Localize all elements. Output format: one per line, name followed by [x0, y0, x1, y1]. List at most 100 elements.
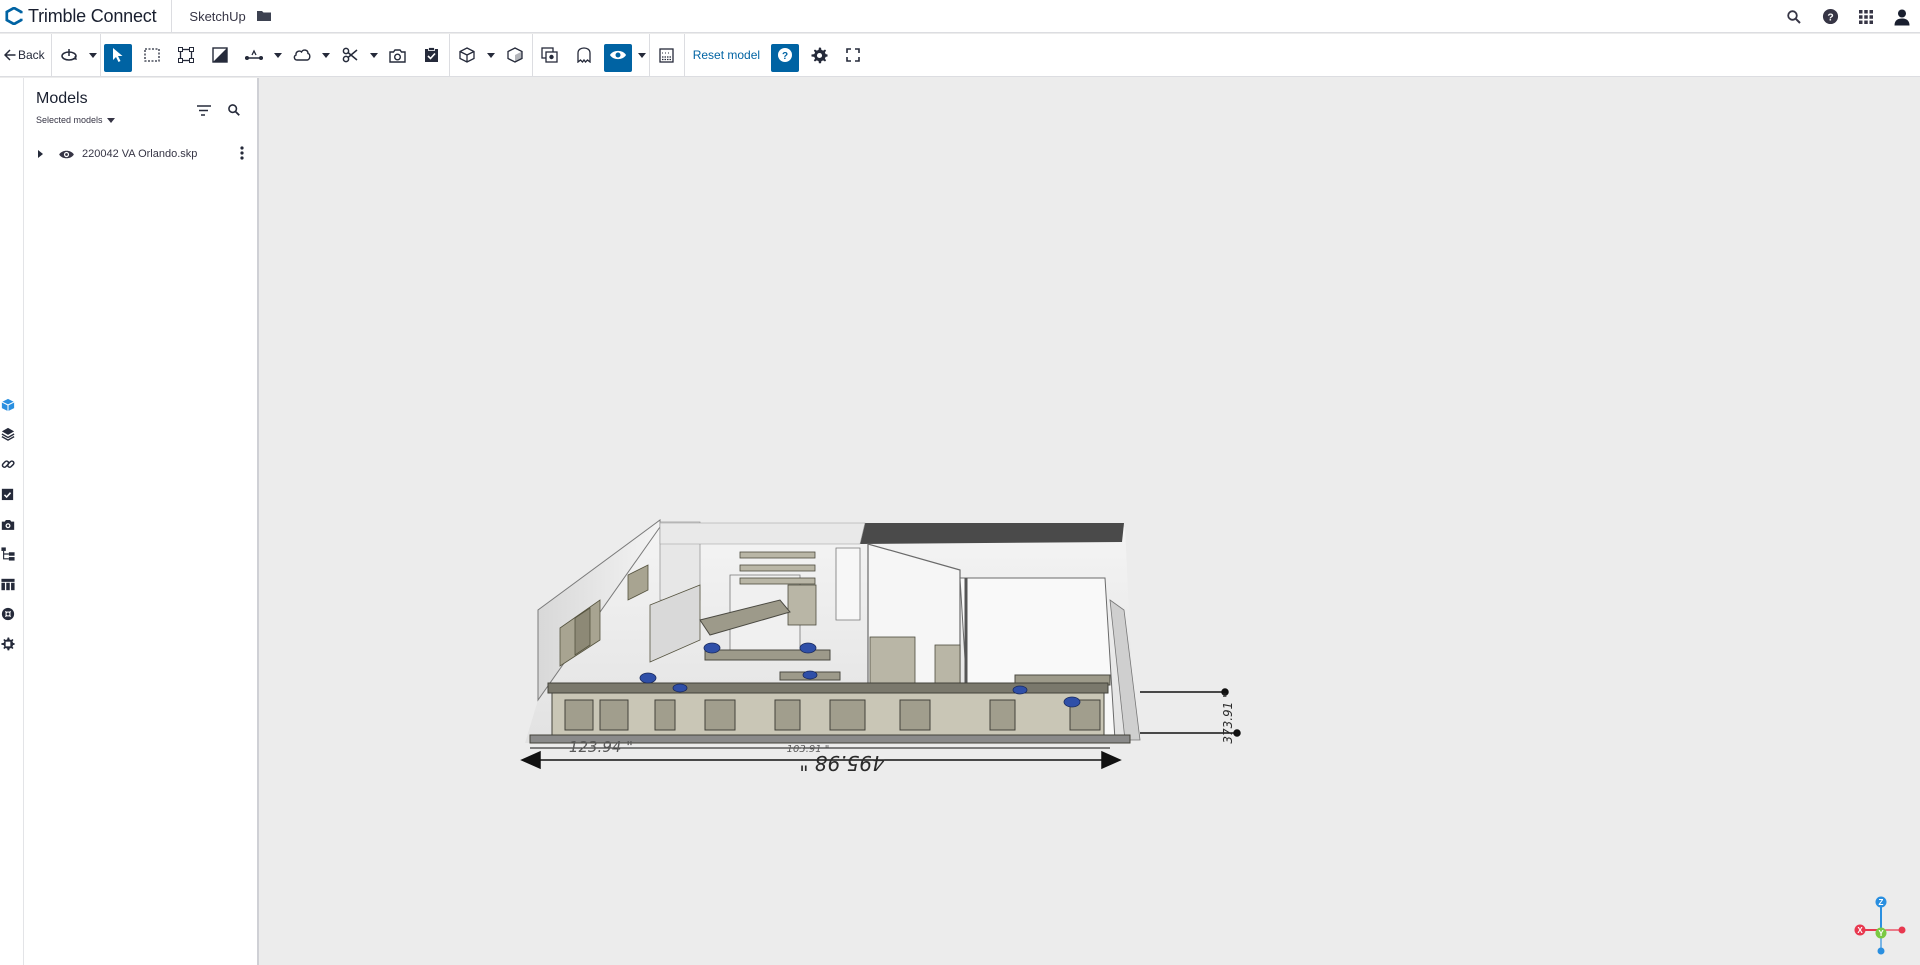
caret-down-icon	[273, 52, 282, 58]
z-axis-negative-marker[interactable]	[1877, 947, 1885, 955]
folder-icon[interactable]	[256, 8, 272, 24]
orbit-dropdown-caret[interactable]	[86, 34, 100, 77]
section-box-button[interactable]	[203, 34, 237, 77]
fit-selection-button[interactable]	[169, 34, 203, 77]
eye-icon	[609, 50, 626, 60]
cube-icon	[459, 47, 475, 63]
view-dropdown-caret[interactable]	[484, 34, 498, 77]
sort-icon	[197, 104, 211, 116]
expand-arrow-icon[interactable]	[34, 148, 46, 160]
dimension-overall: 495.98 "	[799, 751, 885, 775]
clip-dropdown-caret[interactable]	[367, 34, 381, 77]
x-axis-negative-marker[interactable]	[1898, 926, 1906, 934]
x-axis-label: X	[1857, 926, 1863, 935]
caret-down-icon	[106, 117, 115, 123]
models-panel: Models Selected models 220042 VA Orlando…	[23, 78, 259, 965]
axis-gizmo[interactable]: Z X Y	[1840, 885, 1920, 965]
svg-text:?: ?	[782, 51, 788, 62]
viewer-help-button[interactable]: ?	[768, 34, 802, 77]
extensions-icon[interactable]	[0, 632, 20, 656]
caret-down-icon	[637, 52, 646, 58]
snapshot-button[interactable]	[381, 34, 415, 77]
camera-icon[interactable]	[0, 512, 20, 536]
app-header: Trimble Connect SketchUp ?	[0, 0, 1920, 33]
arrow-left-icon	[4, 49, 16, 61]
ghost-icon	[577, 47, 591, 63]
cloud-markup-icon	[293, 49, 311, 61]
fullscreen-button[interactable]	[836, 34, 870, 77]
view-cube-button[interactable]	[450, 34, 484, 77]
markup-dropdown-caret[interactable]	[319, 34, 333, 77]
layers-icon[interactable]	[0, 422, 20, 446]
eye-visibility-icon[interactable]	[58, 149, 75, 160]
markup-tool-button[interactable]	[285, 34, 319, 77]
z-axis-label: Z	[1879, 898, 1884, 907]
help-icon[interactable]: ?	[1812, 0, 1848, 33]
caret-down-icon	[321, 52, 330, 58]
model-filter-label: Selected models	[36, 115, 103, 125]
3d-viewport[interactable]: 123.94 " 103.91 " 495.98 " 373.91 " Z X …	[261, 78, 1920, 965]
model-view-button[interactable]	[498, 34, 532, 77]
user-avatar-icon[interactable]	[1884, 0, 1920, 33]
section-plane-icon	[211, 47, 228, 63]
help-icon: ?	[778, 48, 793, 62]
measure-tool-button[interactable]	[237, 34, 271, 77]
svg-text:?: ?	[1827, 12, 1833, 23]
back-label: Back	[18, 48, 45, 62]
brand-name-bold: Trimble	[28, 5, 86, 26]
clash-icon[interactable]	[0, 602, 20, 626]
camera-plus-icon	[389, 48, 406, 63]
brand[interactable]: Trimble Connect	[0, 0, 157, 33]
cursor-arrow-icon	[112, 48, 123, 62]
model-list-item[interactable]: 220042 VA Orlando.skp	[24, 138, 258, 170]
link-icon[interactable]	[0, 452, 20, 476]
render-mode-icon	[541, 47, 558, 63]
render-mode-button[interactable]	[533, 34, 567, 77]
more-vertical-icon[interactable]	[240, 146, 244, 160]
clip-tool-button[interactable]	[333, 34, 367, 77]
viewer-toolbar: Back Reset model ?	[0, 33, 1920, 77]
visibility-dropdown-caret[interactable]	[635, 34, 649, 77]
search-icon[interactable]	[1776, 0, 1812, 33]
fullscreen-icon	[846, 48, 860, 62]
measure-dropdown-caret[interactable]	[271, 34, 285, 77]
orbit-icon	[60, 49, 77, 61]
gear-icon	[811, 46, 828, 63]
models-icon[interactable]	[0, 393, 20, 417]
brand-name-light: Connect	[90, 5, 157, 26]
table-icon[interactable]	[0, 572, 20, 596]
model-render[interactable]: 123.94 " 103.91 " 495.98 " 373.91 "	[261, 78, 1920, 965]
area-select-button[interactable]	[135, 34, 169, 77]
dimension-left-segment: 123.94 "	[569, 738, 633, 756]
brand-name: Trimble Connect	[28, 5, 157, 27]
hierarchy-icon[interactable]	[0, 542, 20, 566]
orbit-tool-button[interactable]	[52, 34, 86, 77]
sort-button[interactable]	[189, 98, 219, 122]
back-button[interactable]: Back	[0, 34, 51, 77]
project-name[interactable]: SketchUp	[189, 9, 245, 24]
select-tool-button[interactable]	[101, 34, 135, 77]
gradient-background-icon	[659, 47, 674, 63]
ghost-mode-button[interactable]	[567, 34, 601, 77]
trimble-logo-icon	[5, 7, 23, 25]
clipboard-check-icon	[425, 47, 439, 62]
background-button[interactable]	[650, 34, 684, 77]
caret-down-icon	[88, 52, 97, 58]
visibility-button[interactable]	[601, 34, 635, 77]
settings-button[interactable]	[802, 34, 836, 77]
caret-down-icon	[369, 52, 378, 58]
model-filter-dropdown[interactable]: Selected models	[36, 115, 115, 125]
scissors-icon	[342, 47, 358, 63]
bounding-box-icon	[177, 47, 194, 63]
y-axis-label: Y	[1878, 929, 1884, 938]
reset-model-button[interactable]: Reset model	[685, 34, 768, 77]
measure-icon	[244, 49, 263, 60]
dimension-side: 373.91 "	[1221, 692, 1235, 743]
apps-grid-icon[interactable]	[1848, 0, 1884, 33]
model-name: 220042 VA Orlando.skp	[82, 148, 198, 160]
caret-down-icon	[486, 52, 495, 58]
todo-button[interactable]	[415, 34, 449, 77]
panel-search-button[interactable]	[219, 98, 249, 122]
dashed-rectangle-icon	[144, 48, 160, 62]
todo-icon[interactable]	[0, 482, 20, 506]
